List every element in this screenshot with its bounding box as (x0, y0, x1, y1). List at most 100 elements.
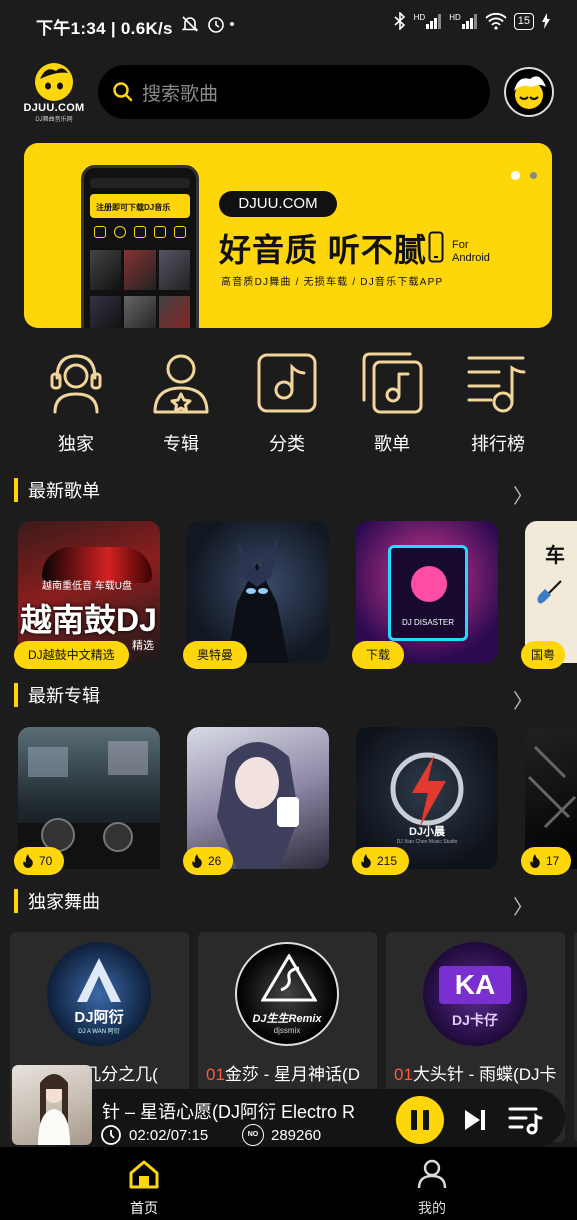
promo-banner[interactable]: 注册即可下载DJ音乐 DJUU.COM 好音质 听不腻 For Android … (24, 143, 552, 328)
status-bar: 下午1:34 | 0.6K/s HD HD 15 (0, 0, 577, 50)
albums-more-button[interactable]: 〉 (513, 685, 533, 714)
plays-icon: NO (242, 1124, 264, 1146)
playlist-card-4[interactable]: 车 国粤 (521, 521, 577, 669)
player-plays: 289260 (271, 1127, 322, 1144)
playlist-card-2[interactable]: 奥特曼 (183, 521, 329, 669)
mute-bell-icon (181, 16, 199, 32)
hd1-label: HD (413, 13, 426, 22)
pause-button[interactable] (396, 1096, 444, 1144)
playlist-1-cover-top: 越南重低音 车载U盘 (42, 581, 132, 592)
clock-icon (101, 1125, 121, 1145)
banner-phone-mockup: 注册即可下载DJ音乐 (81, 165, 199, 328)
banner-domain: DJUU.COM (219, 191, 337, 217)
mini-player[interactable]: 针 – 星语心愿(DJ阿衍 Electro R 02:02/07:15 NO 2… (0, 1065, 577, 1147)
star-user-icon (153, 354, 209, 414)
playlist-queue-button[interactable] (507, 1104, 543, 1136)
category-genre-label: 分类 (269, 434, 305, 454)
album-hot-badge-2: 26 (183, 847, 234, 875)
playlist-stack-icon (362, 352, 423, 414)
album-3-cover-sub: DJ Xiao Chen Music Studio (396, 839, 458, 845)
album-hot-badge-3: 215 (352, 847, 410, 875)
category-playlist[interactable]: 歌单 (347, 350, 437, 456)
playlist-tag-1: DJ越鼓中文精选 (14, 641, 129, 669)
category-ranking-label: 排行榜 (471, 434, 525, 454)
banner-headline: 好音质 听不腻 (219, 232, 427, 268)
guitar-icon (537, 580, 562, 604)
album-count-1: 70 (39, 854, 53, 868)
playlist-tag-3: 下载 (352, 641, 405, 669)
nav-home[interactable]: 首页 (104, 1159, 184, 1218)
album-card-1[interactable]: 70 (14, 727, 160, 875)
logo-subtext: DJ舞曲音乐网 (35, 117, 73, 123)
album-card-2[interactable]: 26 (183, 727, 329, 875)
player-thumbnail[interactable] (12, 1065, 92, 1145)
player-title: 针 – 星语心愿(DJ阿衍 Electro R (102, 1102, 356, 1122)
album-count-2: 26 (208, 854, 222, 868)
music-note-box-icon (257, 353, 317, 413)
category-ranking[interactable]: 排行榜 (453, 350, 543, 456)
playlist-card-1[interactable]: 越南重低音 车载U盘 越南鼓DJ 精选 DJ越鼓中文精选 (14, 521, 160, 669)
exclusive-2-disc-sub: djssmix (273, 1026, 301, 1035)
category-genre[interactable]: 分类 (242, 350, 332, 456)
category-album[interactable]: 专辑 (136, 350, 226, 456)
section-exclusive-label: 独家舞曲 (28, 892, 100, 912)
section-title-albums: 最新专辑 (14, 682, 100, 708)
exclusive-disc-1: DJ阿衍 DJ A WAN 阿衍 (47, 942, 151, 1046)
album-card-3[interactable]: DJ小晨 DJ Xiao Chen Music Studio 215 (352, 727, 498, 875)
player-cover (38, 1074, 70, 1145)
exclusive-more-button[interactable]: 〉 (513, 891, 533, 920)
user-avatar[interactable] (504, 67, 554, 117)
battery-icon: 15 (513, 12, 534, 30)
playlist-1-cover-side: 精选 (132, 640, 154, 652)
next-track-button[interactable] (462, 1107, 488, 1133)
flame-icon (361, 854, 371, 868)
app-logo[interactable]: DJUU.COM DJ舞曲音乐网 (22, 62, 86, 123)
exclusive-1-disc-text: DJ阿衍 (74, 1009, 124, 1026)
playlist-tag-2: 奥特曼 (183, 641, 248, 669)
home-icon (129, 1160, 159, 1189)
banner-android: Android (452, 252, 490, 264)
search-placeholder: 搜索歌曲 (142, 83, 219, 105)
bluetooth-icon (394, 12, 405, 30)
search-icon (113, 82, 133, 102)
banner-dot[interactable] (530, 172, 537, 179)
section-playlists-label: 最新歌单 (28, 481, 100, 501)
disc-logo-2 (261, 954, 317, 1002)
playlists-more-button[interactable]: 〉 (513, 480, 533, 509)
ranking-list-icon (467, 356, 526, 413)
disc-logo-1 (77, 958, 121, 1002)
flame-icon (23, 854, 33, 868)
playlist-cover-3: DJ DISASTER (388, 545, 468, 641)
nav-mine[interactable]: 我的 (392, 1159, 472, 1218)
album-card-4[interactable]: 17 (521, 727, 577, 875)
phone-icon (428, 231, 444, 263)
player-time: 02:02/07:15 (129, 1127, 209, 1144)
charging-icon (542, 13, 550, 29)
album-count-4: 17 (546, 854, 560, 868)
album-3-cover-text: DJ小晨 (408, 826, 446, 838)
album-hot-badge-4: 17 (521, 847, 572, 875)
dot-indicator (230, 22, 234, 26)
exclusive-disc-2: DJ生生Remix djssmix (235, 942, 339, 1046)
alarm-icon (208, 17, 224, 33)
exclusive-1-disc-sub: DJ A WAN 阿衍 (78, 1029, 120, 1035)
search-input[interactable]: 搜索歌曲 (98, 65, 490, 119)
banner-dot-active[interactable] (511, 171, 520, 180)
category-exclusive[interactable]: 独家 (31, 350, 121, 456)
user-icon (417, 1159, 447, 1189)
pause-icon (411, 1110, 429, 1130)
playlist-3-cover-text: DJ DISASTER (401, 618, 454, 627)
banner-tagline: 高音质DJ舞曲 / 无损车载 / DJ音乐下载APP (221, 277, 444, 288)
category-album-label: 专辑 (163, 434, 199, 454)
album-count-3: 215 (377, 854, 398, 868)
playlist-card-3[interactable]: DJ DISASTER 下载 (352, 521, 498, 669)
headphone-user-icon (50, 354, 102, 414)
exclusive-disc-3: KA DJ卡仔 (423, 942, 527, 1046)
section-title-exclusive: 独家舞曲 (14, 888, 100, 914)
flame-icon (192, 854, 202, 868)
phone-banner-text: 注册即可下载DJ音乐 (90, 194, 190, 218)
flame-icon (530, 854, 540, 868)
hd2-label: HD (449, 13, 461, 22)
signal-1-icon: HD (414, 13, 443, 29)
bottom-nav: 首页 我的 (0, 1147, 577, 1220)
